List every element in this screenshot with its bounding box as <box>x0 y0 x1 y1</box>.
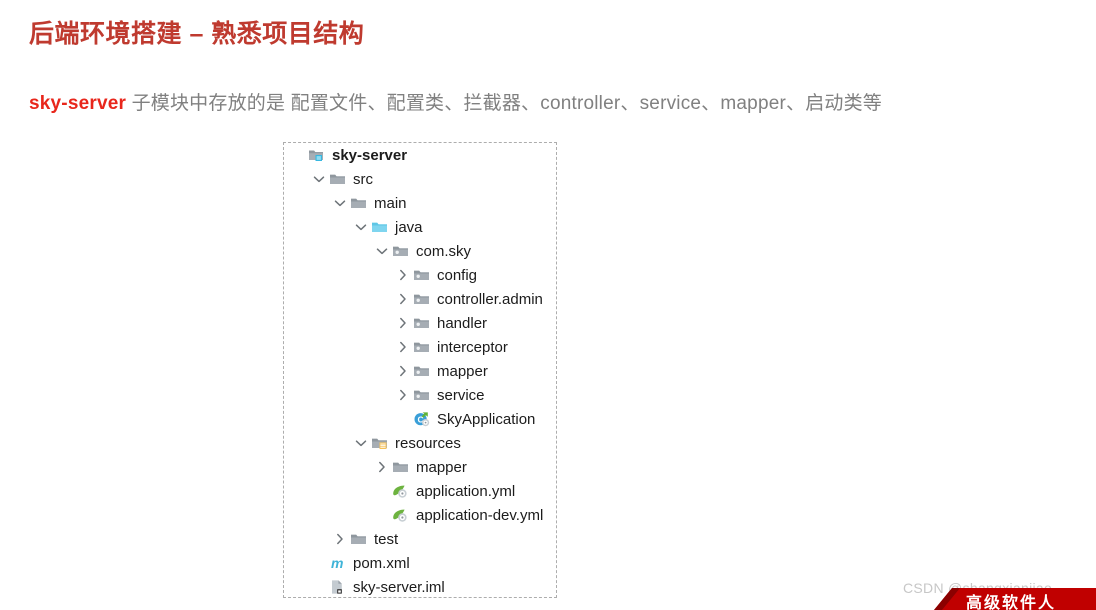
package-icon <box>392 243 410 259</box>
package-icon <box>413 267 431 283</box>
tree-node-src[interactable]: src <box>284 167 556 191</box>
tree-node-label: interceptor <box>437 338 508 356</box>
folder-icon <box>392 459 410 475</box>
tree-node-pom-xml[interactable]: m pom.xml <box>284 551 556 575</box>
tree-node-sky-server-iml[interactable]: sky-server.iml <box>284 575 556 597</box>
chevron-right-icon[interactable] <box>395 267 411 283</box>
package-icon <box>413 363 431 379</box>
tree-node-com-sky[interactable]: com.sky <box>284 239 556 263</box>
subtitle-highlight: sky-server <box>29 93 127 114</box>
tree-node-label: test <box>374 530 399 548</box>
tree-node-handler[interactable]: handler <box>284 311 556 335</box>
tree-node-label: sky-server <box>332 146 408 164</box>
tree-node-java[interactable]: java <box>284 215 556 239</box>
tree-node-resources[interactable]: resources <box>284 431 556 455</box>
page-title: 后端环境搭建 – 熟悉项目结构 <box>29 20 365 48</box>
chevron-down-icon[interactable] <box>332 195 348 211</box>
tree-node-label: java <box>395 218 423 236</box>
chevron-down-icon[interactable] <box>353 435 369 451</box>
tree-node-label: src <box>353 170 373 188</box>
spring-yml-icon <box>392 483 410 499</box>
brand-ribbon: 高级软件人 <box>934 588 1096 610</box>
tree-node-application-yml[interactable]: application.yml <box>284 479 556 503</box>
svg-text:m: m <box>331 555 343 571</box>
tree-node-test[interactable]: test <box>284 527 556 551</box>
tree-node-label: main <box>374 194 407 212</box>
source-folder-icon <box>371 219 389 235</box>
project-tree-panel[interactable]: sky-server src main java com.sky config contro… <box>283 142 557 598</box>
tree-node-skyapplication[interactable]: C SkyApplication <box>284 407 556 431</box>
folder-icon <box>350 195 368 211</box>
tree-node-label: application-dev.yml <box>416 506 544 524</box>
tree-node-label: com.sky <box>416 242 472 260</box>
maven-icon: m <box>329 555 347 571</box>
package-icon <box>413 291 431 307</box>
chevron-right-icon[interactable] <box>395 291 411 307</box>
package-icon <box>413 315 431 331</box>
subtitle: sky-server 子模块中存放的是 配置文件、配置类、拦截器、control… <box>29 88 882 115</box>
folder-icon <box>329 171 347 187</box>
chevron-right-icon[interactable] <box>374 459 390 475</box>
runnable-class-icon: C <box>413 411 431 427</box>
iml-icon <box>329 579 347 595</box>
spring-yml-icon <box>392 507 410 523</box>
tree-node-label: mapper <box>416 458 467 476</box>
chevron-down-icon[interactable] <box>374 243 390 259</box>
chevron-right-icon[interactable] <box>395 339 411 355</box>
chevron-down-icon[interactable] <box>353 219 369 235</box>
chevron-right-icon[interactable] <box>332 531 348 547</box>
tree-node-label: SkyApplication <box>437 410 536 428</box>
tree-node-label: config <box>437 266 478 284</box>
tree-node-label: application.yml <box>416 482 516 500</box>
tree-node-interceptor[interactable]: interceptor <box>284 335 556 359</box>
tree-node-label: mapper <box>437 362 488 380</box>
tree-node-main[interactable]: main <box>284 191 556 215</box>
tree-node-sky-server[interactable]: sky-server <box>284 143 556 167</box>
tree-node-label: pom.xml <box>353 554 410 572</box>
tree-node-config[interactable]: config <box>284 263 556 287</box>
tree-node-label: sky-server.iml <box>353 578 445 596</box>
tree-node-label: resources <box>395 434 461 452</box>
chevron-right-icon[interactable] <box>395 387 411 403</box>
chevron-right-icon[interactable] <box>395 363 411 379</box>
chevron-down-icon[interactable] <box>311 171 327 187</box>
tree-node-controller-admin[interactable]: controller.admin <box>284 287 556 311</box>
tree-node-label: handler <box>437 314 488 332</box>
package-icon <box>413 339 431 355</box>
tree-node-service[interactable]: service <box>284 383 556 407</box>
tree-node-mapper[interactable]: mapper <box>284 359 556 383</box>
module-folder-icon <box>308 147 326 163</box>
tree-node-label: controller.admin <box>437 290 543 308</box>
package-icon <box>413 387 431 403</box>
tree-node-label: service <box>437 386 485 404</box>
resource-folder-icon <box>371 435 389 451</box>
tree-node-mapper[interactable]: mapper <box>284 455 556 479</box>
folder-icon <box>350 531 368 547</box>
chevron-right-icon[interactable] <box>395 315 411 331</box>
subtitle-rest: 子模块中存放的是 配置文件、配置类、拦截器、controller、service… <box>126 93 882 114</box>
tree-node-application-dev-yml[interactable]: application-dev.yml <box>284 503 556 527</box>
ribbon-label: 高级软件人 <box>966 595 1057 610</box>
